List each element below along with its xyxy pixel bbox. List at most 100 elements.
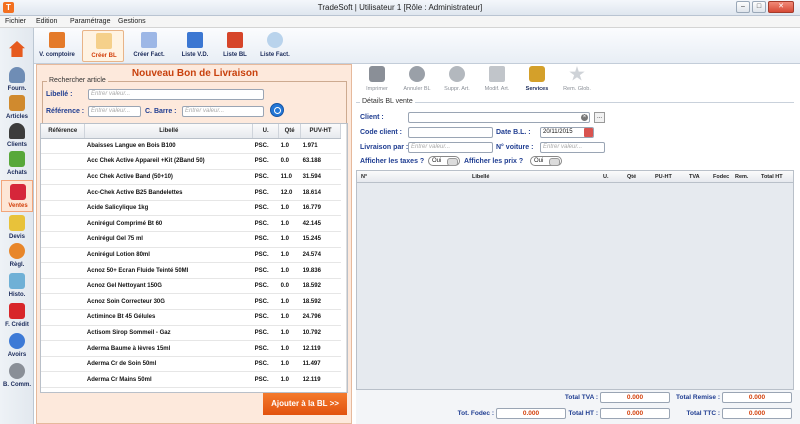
table-row[interactable]: Acc-Chek Active B25 Bandelettes PSC. 12.0 1… <box>41 184 341 201</box>
reference-input[interactable]: Entrer valeur... <box>88 106 141 117</box>
cell-reference <box>41 325 85 342</box>
menu-gestions[interactable]: Gestions <box>118 18 146 25</box>
cell-reference <box>41 340 85 357</box>
articles-scrollbar[interactable] <box>346 124 347 392</box>
toolbar-create-invoice-button[interactable]: Créer Fact. <box>128 30 170 62</box>
sidebar-item-history[interactable]: Histo. <box>1 270 33 302</box>
col-line-number[interactable]: N° <box>361 174 367 180</box>
cell-qty: 0.0 <box>278 153 301 170</box>
table-row[interactable]: Acc Chek Active Band (50+10) PSC. 11.0 31.5… <box>41 169 341 186</box>
table-row[interactable]: Acnirégul Lotion 80ml PSC. 1.0 24.574 <box>41 247 341 264</box>
print-icon <box>369 66 385 82</box>
col-line-libelle[interactable]: Libellé <box>472 174 489 180</box>
toolbar-list-delivery-button[interactable]: Liste BL <box>214 30 256 62</box>
search-button[interactable] <box>270 103 284 117</box>
clear-client-icon[interactable]: × <box>581 114 588 121</box>
calendar-icon[interactable] <box>584 128 593 137</box>
barcode-input[interactable]: Entrer valeur... <box>182 106 264 117</box>
col-line-fodec[interactable]: Fodec <box>713 174 729 180</box>
sidebar-item-purchases[interactable]: Achats <box>1 148 33 180</box>
client-browse-button[interactable]: ... <box>594 112 605 123</box>
col-reference[interactable]: Référence <box>41 124 86 139</box>
print-button[interactable]: Imprimer <box>358 66 396 96</box>
maximize-button[interactable]: □ <box>752 1 766 13</box>
table-row[interactable]: Acnoz 50+ Ecran Fluide Teinté 50Ml PSC. 1.… <box>41 262 341 279</box>
close-button[interactable]: ✕ <box>768 1 794 13</box>
table-row[interactable]: Aderma Cr de Soin 50ml PSC. 1.0 11.497 <box>41 356 341 373</box>
table-row[interactable]: Acide Salicylique 1kg PSC. 1.0 16.779 <box>41 200 341 217</box>
cell-reference <box>41 231 85 248</box>
cell-unit: PSC. <box>252 356 279 373</box>
sidebar: Fourn. Articles Clients Achats Ventes De… <box>0 28 34 424</box>
col-line-vat[interactable]: TVA <box>689 174 700 180</box>
totals-panel: Total TVA : 0.000 Total Remise : 0.000 T… <box>356 390 800 424</box>
cell-unit: PSC. <box>252 153 279 170</box>
sidebar-item-payments[interactable]: Règl. <box>1 240 33 272</box>
calculator-icon <box>49 32 65 48</box>
menu-parametrage[interactable]: Paramétrage <box>70 18 110 25</box>
toolbar-counter-sales-button[interactable]: V. comptoire <box>36 30 78 62</box>
libelle-input[interactable]: Entrer valeur... <box>88 89 264 100</box>
new-delivery-panel: Nouveau Bon de Livraison Rechercher arti… <box>36 64 352 424</box>
col-price[interactable]: PUV-HT <box>300 124 341 139</box>
cell-unit: PSC. <box>252 169 279 186</box>
minimize-button[interactable]: – <box>736 1 750 13</box>
cell-qty: 11.0 <box>278 169 301 186</box>
table-row[interactable]: Abaisses Langue en Bois B100 PSC. 1.0 1.971 <box>41 138 341 155</box>
services-button[interactable]: Services <box>518 66 556 96</box>
col-line-qty[interactable]: Qté <box>627 174 636 180</box>
delivery-details-panel: Imprimer Annuler BL Suppr. Art. Modif. A… <box>356 64 800 424</box>
client-label: Client : <box>360 114 384 121</box>
add-to-delivery-button[interactable]: Ajouter à la BL >> <box>263 393 347 415</box>
search-legend: Rechercher article <box>47 77 108 84</box>
remove-article-button[interactable]: Suppr. Art. <box>438 66 476 96</box>
table-row[interactable]: Actisom Sirop Sommeil - Gaz PSC. 1.0 10.792 <box>41 325 341 342</box>
col-unit[interactable]: U. <box>252 124 280 139</box>
toolbar-list-invoice-button[interactable]: Liste Fact. <box>254 30 296 62</box>
credit-invoice-icon <box>9 303 25 319</box>
table-row[interactable]: Actimince Bt 45 Gélules PSC. 1.0 24.796 <box>41 309 341 326</box>
sidebar-item-credit-notes[interactable]: Avoirs <box>1 330 33 362</box>
details-legend: Détails BL vente <box>360 98 415 105</box>
table-row[interactable]: Acc Chek Active Appareil +Kit (2Band 50)… <box>41 153 341 170</box>
global-discount-button[interactable]: Rem. Glob. <box>558 66 596 96</box>
sidebar-item-orders[interactable]: B. Comm. <box>1 360 33 392</box>
edit-article-button[interactable]: Modif. Art. <box>478 66 516 96</box>
client-code-input[interactable] <box>408 127 493 138</box>
sidebar-item-credit-invoice[interactable]: F. Crédit <box>1 300 33 332</box>
cell-unit: PSC. <box>252 184 279 201</box>
table-row[interactable]: Aderma Baume à lèvres 15ml PSC. 1.0 12.119 <box>41 340 341 357</box>
col-line-discount[interactable]: Rem. <box>735 174 748 180</box>
edit-icon <box>489 66 505 82</box>
car-number-input[interactable]: Entrer valeur... <box>540 142 605 153</box>
cell-price: 15.245 <box>300 231 341 248</box>
col-line-unit[interactable]: U. <box>603 174 609 180</box>
cell-qty: 1.0 <box>278 262 301 279</box>
col-line-total[interactable]: Total HT <box>761 174 783 180</box>
cell-reference <box>41 262 85 279</box>
cell-price: 11.497 <box>300 356 341 373</box>
cell-libelle: Aderma Cytelium Spray 100ml <box>84 387 253 392</box>
cancel-delivery-button[interactable]: Annuler BL <box>398 66 436 96</box>
sidebar-item-sales[interactable]: Ventes <box>1 180 33 212</box>
menu-fichier[interactable]: Fichier <box>5 18 26 25</box>
toolbar-list-sales-button[interactable]: Liste V.D. <box>174 30 216 62</box>
cell-price: 10.792 <box>300 325 341 342</box>
table-row[interactable]: Acnoz Soin Correcteur 30G PSC. 1.0 18.592 <box>41 293 341 311</box>
reference-label: Référence : <box>46 108 85 115</box>
delivery-by-input[interactable]: Entrer valeur... <box>408 142 493 153</box>
show-taxes-toggle[interactable]: Oui <box>428 156 460 166</box>
table-row[interactable]: Acnirégul Comprimé Bt 60 PSC. 1.0 42.145 <box>41 215 341 233</box>
col-qty[interactable]: Qté <box>278 124 302 139</box>
menu-edition[interactable]: Edition <box>36 18 57 25</box>
client-input[interactable] <box>408 112 590 123</box>
show-prices-toggle[interactable]: Oui <box>530 156 562 166</box>
toolbar-create-delivery-button[interactable]: Créer BL <box>82 30 124 62</box>
col-line-price[interactable]: PU-HT <box>655 174 672 180</box>
table-row[interactable]: Aderma Cr Mains 50ml PSC. 1.0 12.119 <box>41 371 341 388</box>
cell-reference <box>41 387 85 392</box>
table-row[interactable]: Acnirégul Gel 75 ml PSC. 1.0 15.245 <box>41 231 341 248</box>
table-row[interactable]: Acnoz Gel Nettoyant 150G PSC. 0.0 18.592 <box>41 278 341 295</box>
delivery-by-label: Livraison par : <box>360 144 409 151</box>
col-libelle[interactable]: Libellé <box>84 124 254 139</box>
